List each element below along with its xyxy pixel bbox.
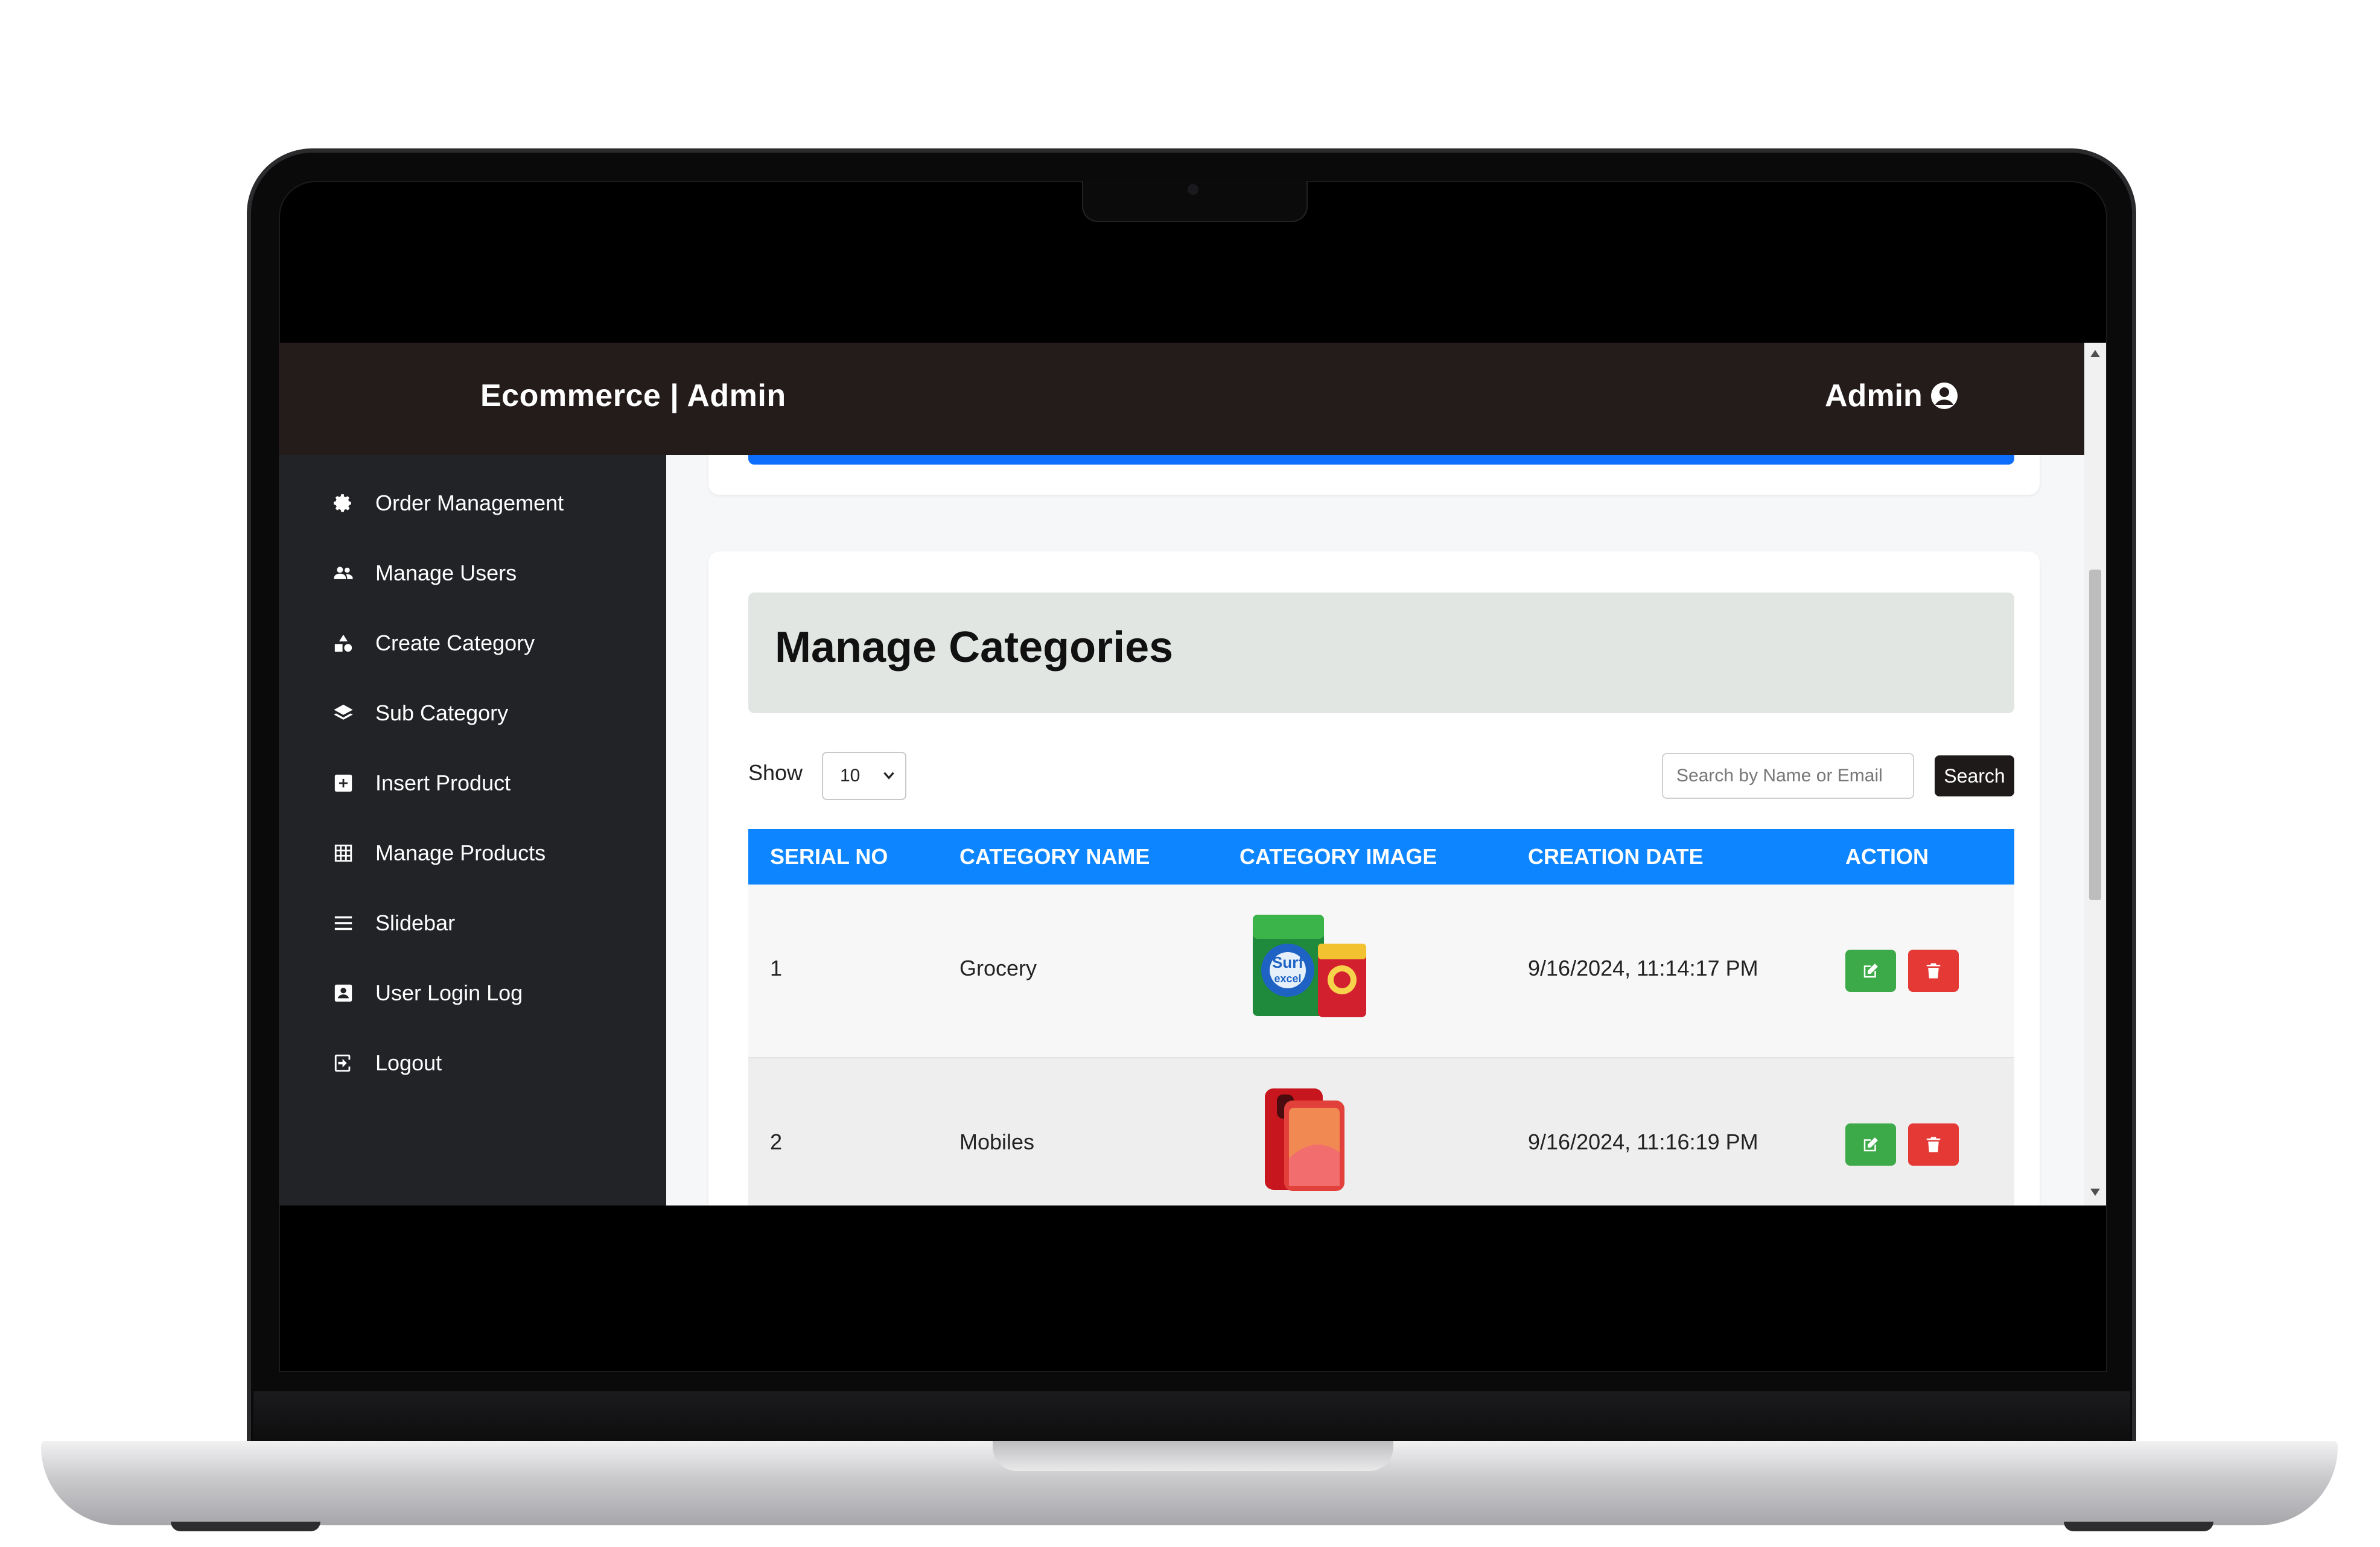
sidebar-item-insert-product[interactable]: Insert Product [332,765,511,801]
mobile-phone-image [1265,1088,1344,1191]
column-header-action: ACTION [1845,844,1929,869]
entries-select[interactable]: 10 [822,752,906,800]
top-navbar: Ecommerce | Admin Admin [279,343,2084,455]
sidebar-item-label: Manage Products [375,840,546,865]
delete-button[interactable] [1908,1123,1959,1166]
camera-icon [1188,184,1198,195]
grid-icon [332,842,355,865]
users-icon [332,562,355,585]
sidebar-item-label: Order Management [375,491,564,515]
laptop-foot-right [2064,1522,2213,1531]
sidebar-item-slidebar[interactable]: Slidebar [332,905,455,941]
cell-category-name: Grocery [959,956,1037,980]
scroll-down-arrow-icon[interactable] [2090,1189,2100,1196]
cell-category-name: Mobiles [959,1129,1035,1154]
sidebar-item-label: Manage Users [375,561,517,585]
edit-icon [1863,1137,1878,1152]
svg-text:Surf: Surf [1272,953,1303,971]
sidebar-item-label: Sub Category [375,700,509,725]
brand-title[interactable]: Ecommerce | Admin [480,378,786,414]
sidebar: Order Management Manage Users Create Cat… [279,455,666,1206]
sidebar-item-logout[interactable]: Logout [332,1045,442,1081]
sidebar-item-manage-products[interactable]: Manage Products [332,835,546,871]
manage-categories-card: Manage Categories Show 10 Search SERIAL … [708,551,2040,1206]
table-header: SERIAL NO CATEGORY NAME CATEGORY IMAGE C… [748,829,2014,885]
laptop-foot-left [171,1522,320,1531]
gear-icon [332,492,355,515]
svg-text:excel: excel [1274,973,1301,985]
sidebar-item-manage-users[interactable]: Manage Users [332,555,517,591]
id-badge-icon [332,982,355,1005]
column-header-serial[interactable]: SERIAL NO [770,829,888,885]
column-header-creation-date[interactable]: CREATION DATE [1528,829,1704,885]
sidebar-item-sub-category[interactable]: Sub Category [332,695,508,731]
sidebar-item-label: Logout [375,1050,442,1075]
cell-serial: 2 [770,1129,783,1154]
sidebar-item-label: Create Category [375,631,535,655]
edit-button[interactable] [1845,1123,1896,1166]
user-circle-icon [1930,383,1958,409]
page-title-box: Manage Categories [748,592,2014,713]
laptop-hinge [253,1391,2130,1442]
trash-icon [1926,963,1941,979]
table-row: 2 Mobiles 9/16/2024, 11:16:19 PM [748,1058,2014,1206]
cell-creation-date: 9/16/2024, 11:16:19 PM [1528,1129,1758,1154]
layers-icon [332,702,355,725]
column-header-category-name[interactable]: CATEGORY NAME [959,829,1150,885]
sidebar-item-user-login-log[interactable]: User Login Log [332,975,523,1011]
sidebar-item-label: Slidebar [375,910,456,935]
scrollbar-thumb[interactable] [2089,570,2101,900]
sidebar-item-label: User Login Log [375,980,523,1005]
menu-icon [332,912,355,935]
show-label: Show [748,760,803,785]
plus-square-icon [332,772,355,795]
sidebar-item-order-management[interactable]: Order Management [332,485,564,521]
admin-label: Admin [1825,378,1923,413]
logout-icon [332,1052,355,1075]
table-row: 1 Grocery Surf excel 9/16/2024, 11:14:17… [748,885,2014,1058]
page-title: Manage Categories [775,623,1174,672]
shapes-icon [332,632,355,655]
search-button[interactable]: Search [1935,755,2014,796]
sidebar-item-create-category[interactable]: Create Category [332,625,535,661]
edit-button[interactable] [1845,950,1896,992]
app-screen: Ecommerce | Admin Admin Order Management… [279,343,2106,1206]
chevron-down-icon [883,772,894,780]
delete-button[interactable] [1908,950,1959,992]
blue-accent-bar [748,455,2014,465]
trash-icon [1926,1137,1941,1152]
entries-select-value: 10 [840,766,861,786]
cell-creation-date: 9/16/2024, 11:14:17 PM [1528,956,1758,980]
edit-icon [1863,964,1878,978]
laptop-base-notch [993,1441,1393,1471]
page-scrollbar[interactable] [2084,343,2106,1206]
sidebar-item-label: Insert Product [375,770,511,795]
admin-user-menu[interactable]: Admin [1825,378,1959,414]
column-header-category-image[interactable]: CATEGORY IMAGE [1239,829,1437,885]
grocery-products-image: Surf excel [1253,915,1366,1017]
cell-serial: 1 [770,956,783,980]
search-input[interactable] [1662,753,1914,799]
main-content: Manage Categories Show 10 Search SERIAL … [666,455,2084,1206]
scroll-up-arrow-icon[interactable] [2090,350,2100,357]
